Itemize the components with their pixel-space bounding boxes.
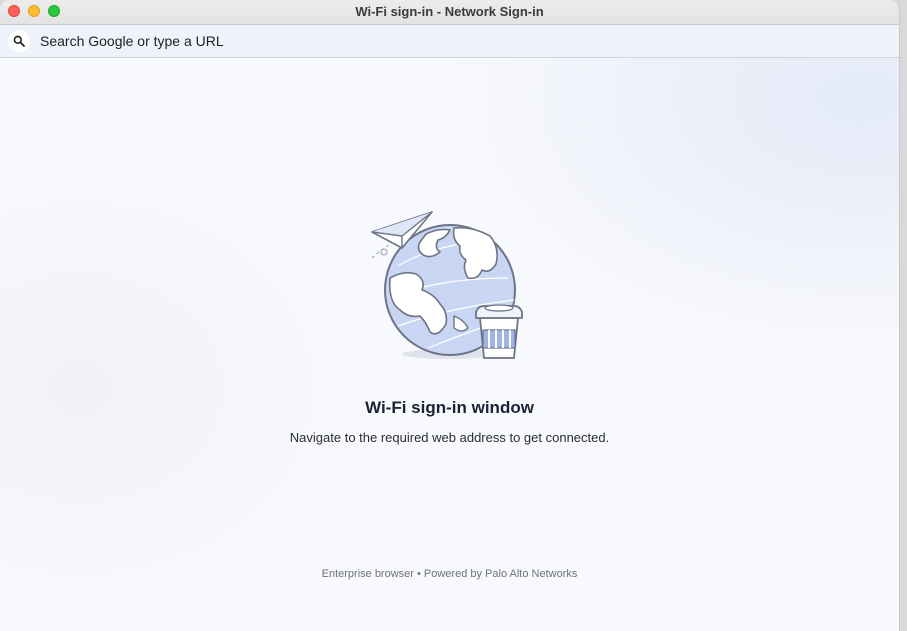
page-description: Navigate to the required web address to … [289, 430, 610, 445]
window-title: Wi-Fi sign-in - Network Sign-in [355, 4, 544, 19]
browser-window: Wi-Fi sign-in - Network Sign-in Search G… [0, 0, 900, 631]
search-icon [8, 30, 30, 52]
address-bar [0, 25, 899, 58]
page-heading: Wi-Fi sign-in window [365, 398, 534, 417]
globe-with-paper-plane-and-coffee-illustration [369, 211, 523, 359]
title-bar[interactable]: Wi-Fi sign-in - Network Sign-in [0, 0, 899, 25]
footer-text: Enterprise browser • Powered by Palo Alt… [321, 568, 578, 580]
url-input[interactable] [40, 31, 880, 51]
coffee-cup-icon [475, 304, 523, 359]
page-content: Wi-Fi sign-in window Navigate to the req… [0, 58, 899, 631]
